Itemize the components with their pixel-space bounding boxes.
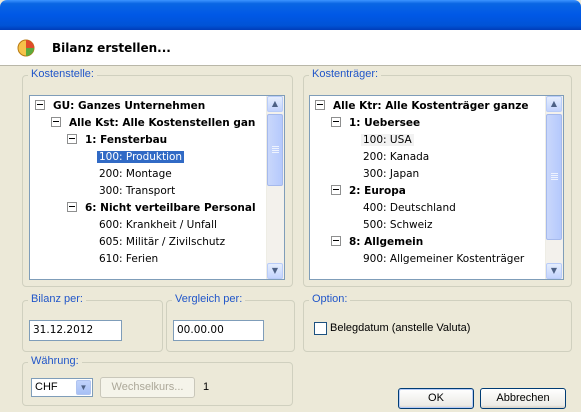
tree-item[interactable]: 900: Allgemeiner Kostenträger xyxy=(361,251,526,268)
scroll-up-button[interactable]: ▲ xyxy=(546,96,562,112)
dialog-header: Bilanz erstellen... xyxy=(0,30,581,66)
collapse-icon[interactable] xyxy=(331,185,341,195)
tree-item-label: 300: Transport xyxy=(99,185,176,197)
tree-item[interactable]: 400: Deutschland xyxy=(361,200,458,217)
tree-item[interactable]: Alle Ktr: Alle Kostenträger ganze xyxy=(315,98,531,115)
tree-item-label: Alle Kst: Alle Kostenstellen gan xyxy=(69,117,256,129)
tree-item-label: 200: Montage xyxy=(99,168,172,180)
collapse-icon[interactable] xyxy=(67,134,77,144)
kostentraeger-tree[interactable]: Alle Ktr: Alle Kostenträger ganze 1: Uebe… xyxy=(309,95,564,280)
kostenstelle-tree[interactable]: GU: Ganzes Unternehmen Alle Kst: Alle Kos… xyxy=(29,95,285,280)
option-label: Option: xyxy=(309,293,351,305)
collapse-icon[interactable] xyxy=(331,236,341,246)
tree-item-label: 100: USA xyxy=(361,134,414,146)
tree-item[interactable]: 100: USA xyxy=(361,132,414,149)
collapse-icon[interactable] xyxy=(67,202,77,212)
scroll-thumb[interactable] xyxy=(267,114,283,186)
tree-item[interactable]: 6: Nicht verteilbare Personal xyxy=(67,200,258,217)
tree-item[interactable]: 200: Montage xyxy=(97,166,174,183)
tree-item-label: 2: Europa xyxy=(349,185,406,197)
kostentraeger-label: Kostenträger: xyxy=(309,68,382,80)
kostentraeger-scrollbar[interactable]: ▲ ▼ xyxy=(545,96,563,279)
tree-item[interactable]: 8: Allgemein xyxy=(331,234,425,251)
tree-item[interactable]: 100: Produktion xyxy=(97,149,185,166)
wechselkurs-button[interactable]: Wechselkurs... xyxy=(100,377,195,398)
ok-button[interactable]: OK xyxy=(398,388,474,409)
tree-item-label: 610: Ferien xyxy=(99,253,159,265)
bilanz-per-label: Bilanz per: xyxy=(28,293,86,305)
scroll-up-button[interactable]: ▲ xyxy=(267,96,283,112)
exchange-rate-value: 1 xyxy=(203,381,210,393)
tree-item-label: 900: Allgemeiner Kostenträger xyxy=(363,253,525,265)
collapse-icon[interactable] xyxy=(51,117,61,127)
tree-item-label: GU: Ganzes Unternehmen xyxy=(53,100,206,112)
bilanz-per-input[interactable]: 31.12.2012 xyxy=(29,320,122,341)
scroll-down-button[interactable]: ▼ xyxy=(546,263,562,279)
vergleich-per-input[interactable]: 00.00.00 xyxy=(173,320,264,341)
tree-item[interactable]: 2: Europa xyxy=(331,183,408,200)
tree-item-label: 8: Allgemein xyxy=(349,236,424,248)
tree-item-label: 100: Produktion xyxy=(97,151,185,163)
waehrung-select[interactable]: CHF ▼ xyxy=(31,378,93,397)
tree-item[interactable]: 200: Kanada xyxy=(361,149,431,166)
belegdatum-checkbox-label[interactable]: Belegdatum (anstelle Valuta) xyxy=(330,322,470,334)
tree-item-label: 605: Militär / Zivilschutz xyxy=(99,236,226,248)
dialog-title: Bilanz erstellen... xyxy=(52,41,171,55)
tree-item-label: 200: Kanada xyxy=(363,151,430,163)
tree-item[interactable]: 610: Ferien xyxy=(97,251,160,268)
collapse-icon[interactable] xyxy=(315,100,325,110)
tree-item[interactable]: 1: Uebersee xyxy=(331,115,422,132)
scroll-down-button[interactable]: ▼ xyxy=(267,263,283,279)
tree-item[interactable]: GU: Ganzes Unternehmen xyxy=(35,98,207,115)
tree-item[interactable]: 500: Schweiz xyxy=(361,217,435,234)
collapse-icon[interactable] xyxy=(331,117,341,127)
tree-item-label: 300: Japan xyxy=(363,168,420,180)
belegdatum-checkbox[interactable] xyxy=(314,322,327,335)
report-icon xyxy=(17,39,35,57)
cancel-button[interactable]: Abbrechen xyxy=(480,388,566,409)
waehrung-select-value: CHF xyxy=(35,381,58,393)
tree-item-label: 6: Nicht verteilbare Personal xyxy=(85,202,256,214)
kostenstelle-scrollbar[interactable]: ▲ ▼ xyxy=(266,96,284,279)
kostenstelle-label: Kostenstelle: xyxy=(28,68,97,80)
tree-item-label: 400: Deutschland xyxy=(363,202,456,214)
waehrung-label: Währung: xyxy=(28,355,82,367)
tree-item-label: Alle Ktr: Alle Kostenträger ganze xyxy=(333,100,529,112)
tree-item-label: 1: Uebersee xyxy=(349,117,421,129)
tree-item[interactable]: 300: Japan xyxy=(361,166,421,183)
window-titlebar[interactable] xyxy=(0,0,581,30)
vergleich-per-label: Vergleich per: xyxy=(172,293,246,305)
collapse-icon[interactable] xyxy=(35,100,45,110)
tree-item[interactable]: 300: Transport xyxy=(97,183,177,200)
tree-item-label: 600: Krankheit / Unfall xyxy=(99,219,217,231)
tree-item-label: 1: Fensterbau xyxy=(85,134,168,146)
kostentraeger-tree-rows: Alle Ktr: Alle Kostenträger ganze 1: Uebe… xyxy=(310,96,546,279)
scroll-thumb[interactable] xyxy=(546,114,562,240)
tree-item-label: 500: Schweiz xyxy=(363,219,433,231)
tree-item[interactable]: 605: Militär / Zivilschutz xyxy=(97,234,227,251)
tree-item[interactable]: 1: Fensterbau xyxy=(67,132,169,149)
kostenstelle-tree-rows: GU: Ganzes Unternehmen Alle Kst: Alle Kos… xyxy=(30,96,267,279)
tree-item[interactable]: 600: Krankheit / Unfall xyxy=(97,217,219,234)
tree-item[interactable]: Alle Kst: Alle Kostenstellen gan xyxy=(51,115,257,132)
chevron-down-icon[interactable]: ▼ xyxy=(76,380,91,395)
